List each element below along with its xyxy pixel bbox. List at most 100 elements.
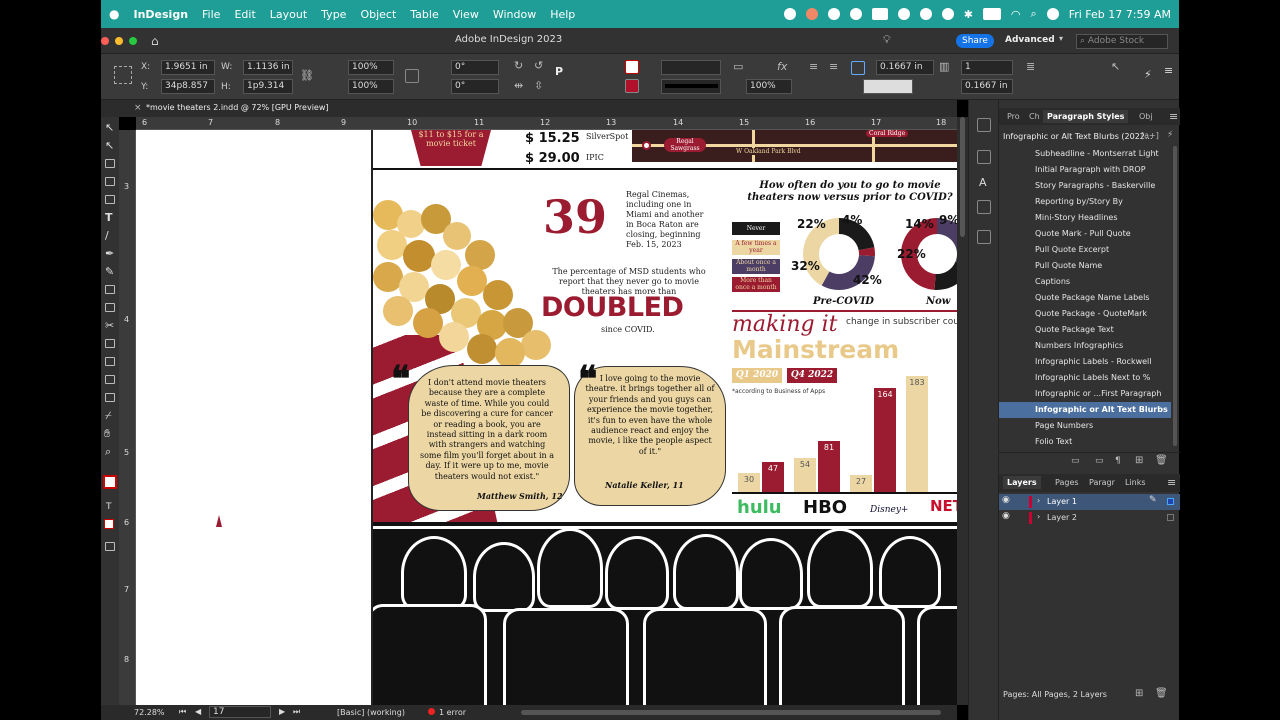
preflight-errors[interactable]: 1 error: [439, 708, 466, 717]
rotate-ccw-icon[interactable]: ↺: [534, 59, 543, 72]
cloud-icon[interactable]: [827, 8, 840, 20]
fill-stroke-swatch-icon[interactable]: [103, 475, 117, 489]
minimize-window-button[interactable]: [115, 37, 123, 45]
delete-layer-icon[interactable]: 🗑︎: [1155, 688, 1168, 699]
text-frame-options-icon[interactable]: ≣: [1026, 60, 1035, 73]
reference-point-icon[interactable]: [114, 66, 132, 84]
tab-pages[interactable]: Pages: [1055, 478, 1079, 487]
style-item[interactable]: Initial Paragraph with DROP: [999, 162, 1171, 178]
style-item[interactable]: Quote Package Text: [999, 322, 1171, 338]
workspace-switcher[interactable]: Advanced: [1005, 35, 1055, 45]
horizontal-scrollbar[interactable]: [521, 710, 941, 715]
record-icon[interactable]: [783, 8, 796, 20]
menu-table[interactable]: Table: [410, 8, 438, 21]
prev-page-icon[interactable]: ◀︎: [195, 707, 201, 716]
gradient-swatch-tool-icon[interactable]: [105, 357, 115, 366]
home-icon[interactable]: ⌂: [151, 34, 159, 48]
tab-layers[interactable]: Layers: [1003, 476, 1041, 489]
panel-menu-icon[interactable]: ≡: [1169, 110, 1178, 123]
new-layer-icon[interactable]: ⊞: [1135, 688, 1143, 699]
align-center-icon[interactable]: ≡: [829, 60, 838, 73]
layer-name-1[interactable]: Layer 1: [1047, 497, 1077, 506]
clear-overrides-icon[interactable]: ¶: [1115, 456, 1121, 466]
style-item[interactable]: Mini-Story Headlines: [999, 210, 1171, 226]
pencil-tool-icon[interactable]: ✎: [105, 265, 114, 278]
formatting-affects-text-icon[interactable]: T: [106, 502, 112, 512]
layer-row-1[interactable]: ◉ › Layer 1 ✎: [999, 494, 1180, 510]
style-item[interactable]: Infographic or ...First Paragraph: [999, 386, 1171, 402]
direct-selection-tool-icon[interactable]: ↖: [105, 139, 114, 152]
corner-style-field[interactable]: [863, 79, 913, 94]
screen-mode-icon[interactable]: [105, 542, 115, 551]
tab-paragraph[interactable]: Paragr: [1089, 478, 1115, 487]
tab-paragraph-styles[interactable]: Paragraph Styles: [1043, 110, 1129, 123]
layers-panel-icon[interactable]: [977, 150, 991, 164]
document-tab[interactable]: *movie theaters 2.indd @ 72% [GPU Previe…: [146, 103, 329, 112]
eye-icon[interactable]: ◉: [1002, 495, 1010, 505]
rotate-field[interactable]: 0°: [451, 60, 499, 75]
first-page-icon[interactable]: ⏮︎: [179, 707, 186, 717]
menu-layout[interactable]: Layout: [270, 8, 307, 21]
hand-tool-icon[interactable]: ✋︎: [104, 427, 110, 441]
tab-properties[interactable]: Pro: [1007, 112, 1020, 121]
menu-window[interactable]: Window: [493, 8, 536, 21]
menu-object[interactable]: Object: [360, 8, 396, 21]
style-item[interactable]: Quote Package - QuoteMark: [999, 306, 1171, 322]
flip-horizontal-icon[interactable]: ⇹: [514, 79, 523, 92]
style-item[interactable]: Subheadline - Montserrat Light: [999, 146, 1171, 162]
menubar-clock[interactable]: Fri Feb 17 7:59 AM: [1069, 8, 1171, 21]
page-number-field[interactable]: 17: [209, 706, 271, 718]
align-left-icon[interactable]: ≡: [809, 60, 818, 73]
apple-icon[interactable]: ●: [109, 7, 119, 21]
close-window-button[interactable]: [101, 37, 109, 45]
layer-row-2[interactable]: ◉ › Layer 2: [999, 510, 1180, 526]
style-item[interactable]: Page Numbers: [999, 418, 1171, 434]
d-icon[interactable]: [897, 8, 910, 20]
page-tool-icon[interactable]: [105, 159, 115, 168]
gradient-feather-tool-icon[interactable]: [105, 375, 115, 384]
style-item[interactable]: Folio Text: [999, 434, 1171, 450]
pen-tool-icon[interactable]: ✒︎: [105, 247, 114, 260]
fill-swatch-none[interactable]: [625, 60, 639, 74]
layout-page[interactable]: $11 to $15 for a movie ticket $ 15.25 Si…: [371, 130, 957, 705]
free-transform-tool-icon[interactable]: [105, 339, 115, 348]
play-icon[interactable]: [941, 8, 954, 20]
pages-panel-icon[interactable]: [977, 118, 991, 132]
constrain-proportions-icon[interactable]: ⛓︎: [300, 69, 314, 82]
type-tool-icon[interactable]: T: [105, 211, 113, 224]
line-tool-icon[interactable]: /: [105, 229, 109, 242]
layer-expand-icon[interactable]: ›: [1037, 512, 1040, 521]
character-panel-icon[interactable]: A: [979, 176, 987, 189]
menu-edit[interactable]: Edit: [234, 8, 255, 21]
zoom-window-button[interactable]: [129, 37, 137, 45]
vertical-scrollbar[interactable]: [957, 117, 968, 705]
style-item[interactable]: Pull Quote Name: [999, 258, 1171, 274]
gutter-field[interactable]: 0.1667 in: [961, 79, 1013, 94]
content-collector-icon[interactable]: [105, 195, 115, 204]
opacity-field[interactable]: 100%: [746, 79, 792, 94]
panel-menu-icon[interactable]: ≡: [1164, 64, 1173, 77]
cursor-tool-icon[interactable]: ↖: [1111, 60, 1120, 73]
flip-vertical-icon[interactable]: ⇳: [534, 79, 543, 92]
adobe-stock-search[interactable]: ⌕ Adobe Stock: [1076, 34, 1168, 49]
apply-none-icon[interactable]: [104, 519, 114, 529]
height-field[interactable]: 1p9.314: [243, 79, 293, 94]
lightbulb-icon[interactable]: 💡︎: [883, 33, 891, 47]
effects-icon[interactable]: fx: [777, 60, 787, 73]
folder-icon[interactable]: ▭: [1095, 456, 1104, 466]
new-style-icon[interactable]: [a+]: [1141, 131, 1159, 140]
circle-icon[interactable]: [849, 8, 862, 20]
style-item[interactable]: Quote Mark - Pull Quote: [999, 226, 1171, 242]
app-tray-icon[interactable]: [805, 8, 818, 20]
trash-icon[interactable]: 🗑︎: [1155, 455, 1168, 466]
rectangle-frame-tool-icon[interactable]: [105, 285, 115, 294]
note-tool-icon[interactable]: [105, 393, 115, 402]
x-field[interactable]: 1.9651 in: [161, 60, 215, 75]
frame-fitting-icon[interactable]: [851, 61, 865, 75]
spotlight-search-icon[interactable]: ⌕: [1031, 7, 1037, 21]
battery-level-icon[interactable]: [982, 8, 1001, 20]
selection-square-icon[interactable]: [1167, 498, 1174, 505]
selection-tool-icon[interactable]: ↖: [105, 121, 114, 134]
gap-tool-icon[interactable]: [105, 177, 115, 186]
width-field[interactable]: 1.1136 in: [243, 60, 293, 75]
